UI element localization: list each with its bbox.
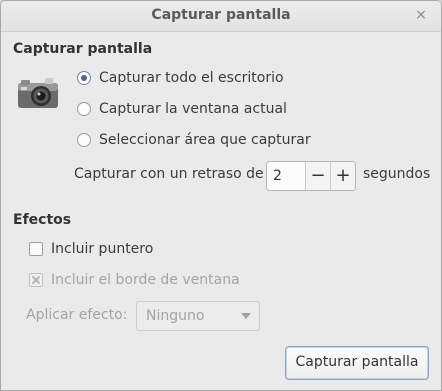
radio-button[interactable] [77, 102, 91, 116]
radio-whole-desktop[interactable]: Capturar todo el escritorio [77, 68, 284, 88]
effects-section-title: Efectos [13, 212, 72, 228]
radio-label: Capturar la ventana actual [99, 101, 287, 117]
radio-label: Seleccionar área que capturar [99, 132, 311, 148]
title-bar[interactable]: Capturar pantalla × [1, 1, 441, 32]
delay-spinner[interactable]: 2 − + [266, 161, 356, 191]
radio-button-selected[interactable] [77, 71, 91, 85]
checkbox-disabled[interactable] [29, 273, 43, 287]
close-icon[interactable]: × [411, 5, 431, 25]
apply-effect-label: Aplicar efecto: [26, 307, 128, 323]
include-pointer-checkbox[interactable]: Incluir puntero [29, 239, 153, 259]
effect-dropdown[interactable]: Ninguno [136, 301, 260, 331]
capture-screen-button[interactable]: Capturar pantalla [285, 346, 429, 380]
radio-select-area[interactable]: Seleccionar área que capturar [77, 130, 311, 150]
checkbox[interactable] [29, 242, 43, 256]
screenshot-dialog: Capturar pantalla × Capturar pantalla Ca… [0, 0, 442, 391]
radio-label: Capturar todo el escritorio [99, 70, 284, 86]
include-border-checkbox[interactable]: Incluir el borde de ventana [29, 270, 240, 290]
decrement-button[interactable]: − [305, 162, 330, 190]
chevron-down-icon [241, 313, 251, 319]
effect-dropdown-value: Ninguno [146, 308, 205, 324]
delay-unit-label: segundos [363, 166, 431, 182]
radio-current-window[interactable]: Capturar la ventana actual [77, 99, 287, 119]
radio-button[interactable] [77, 133, 91, 147]
checkbox-label: Incluir el borde de ventana [51, 272, 240, 288]
window-title: Capturar pantalla [151, 7, 291, 23]
delay-label: Capturar con un retraso de [74, 166, 264, 182]
increment-button[interactable]: + [330, 162, 355, 190]
checkbox-label: Incluir puntero [51, 241, 154, 257]
capture-section-title: Capturar pantalla [13, 41, 153, 57]
delay-value[interactable]: 2 [267, 162, 305, 190]
camera-icon [18, 78, 58, 108]
